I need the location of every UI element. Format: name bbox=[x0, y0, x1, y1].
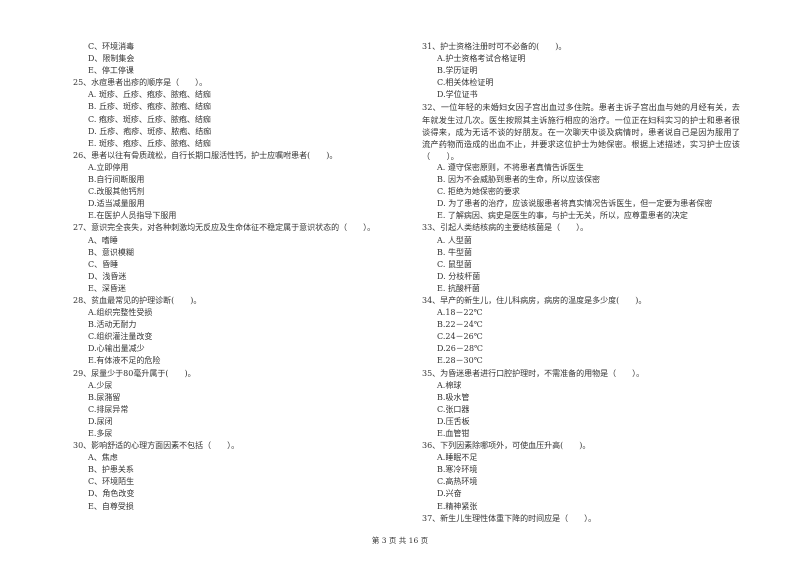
page-footer: 第 3 页 共 16 页 bbox=[371, 536, 429, 545]
answer-option: B. 因为不会威胁到患者的生命，所以应该保密 bbox=[437, 175, 600, 185]
answer-option: C.24－26℃ bbox=[437, 332, 483, 342]
answer-option: B.自行间断服用 bbox=[88, 175, 145, 185]
question-text: 36、下列因素除哪项外，可使血压升高( )。 bbox=[422, 441, 591, 451]
answer-option: D、角色改变 bbox=[88, 489, 135, 499]
right-column: 31、护士资格注册时可不必备的( )。 A.护士资格考试合格证明 B.学历证明 C.相… bbox=[422, 41, 740, 525]
answer-option: E、停工停课 bbox=[88, 66, 134, 76]
answer-option: B.吸水管 bbox=[437, 392, 470, 402]
answer-option: D. 分枝杆菌 bbox=[437, 271, 481, 281]
answer-option: D.学位证书 bbox=[437, 90, 478, 100]
answer-option: A. 斑疹、丘疹、疱疹、脓疱、结痂 bbox=[88, 90, 211, 100]
question-block: 36、下列因素除哪项外，可使血压升高( )。 A.睡眠不足 B.寒冷环境 C.高热环境… bbox=[422, 440, 740, 513]
answer-option: A.组织完整性受损 bbox=[88, 308, 153, 318]
left-column: C、环境消毒 D、限制集会 E、停工停课 25、水痘患者出疹的顺序是（ ）。 A. 斑疹… bbox=[73, 41, 393, 513]
question-text: 30、影响舒适的心理方面因素不包括（ ）。 bbox=[73, 441, 240, 451]
answer-option: A.少尿 bbox=[88, 380, 113, 390]
answer-option: B. 丘疹、斑疹、疱疹、脓疱、结痂 bbox=[88, 102, 211, 112]
question-block: 27、意识完全丧失，对各种刺激均无反应及生命体征不稳定属于意识状态的（ ）。 A、… bbox=[73, 222, 393, 295]
question-block: 33、引起人类结核病的主要结核菌是（ ）。 A. 人型菌 B. 牛型菌 C. 鼠型菌 D… bbox=[422, 222, 740, 295]
answer-option: C. 鼠型菌 bbox=[437, 259, 472, 269]
answer-option: D、限制集会 bbox=[88, 54, 135, 64]
answer-option: C.排尿异常 bbox=[88, 404, 129, 414]
question-block: 28、贫血最常见的护理诊断( )。 A.组织完整性受损 B.活动无耐力 C.组织灌注量… bbox=[73, 295, 393, 368]
answer-option: B、护患关系 bbox=[88, 465, 134, 475]
answer-option: D.心输出量减少 bbox=[88, 344, 145, 354]
question-block: 32、一位年轻的未婚妇女因子宫出血过多住院。患者主诉子宫出血与她的月经有关，去年… bbox=[422, 101, 740, 222]
answer-option: E. 抗酸杆菌 bbox=[437, 283, 480, 293]
answer-option: D.适当减量服用 bbox=[88, 199, 145, 209]
answer-option: C、昏睡 bbox=[88, 259, 119, 269]
question-block: 29、尿量少于80毫升属于( )。 A.少尿 B.尿潴留 C.排尿异常 D.尿闭 E.多尿 bbox=[73, 368, 393, 441]
answer-option: A.18－22℃ bbox=[437, 308, 483, 318]
answer-option: D. 为了患者的治疗，应该说服患者将真实情况告诉医生，但一定要为患者保密 bbox=[437, 199, 713, 209]
answer-option: A. 人型菌 bbox=[437, 235, 472, 245]
question-block: 34、早产的新生儿，住儿科病房，病房的温度是多少度( )。 A.18－22℃ B.2… bbox=[422, 295, 740, 368]
answer-option: B.活动无耐力 bbox=[88, 320, 137, 330]
answer-option: A.睡眠不足 bbox=[437, 453, 478, 463]
answer-option: B.寒冷环境 bbox=[437, 465, 478, 475]
answer-option: D. 丘疹、疱疹、斑疹、脓疱、结痂 bbox=[88, 126, 212, 136]
answer-option: E.有体液不足的危险 bbox=[88, 356, 161, 366]
answer-option: C. 疱疹、斑疹、丘疹、脓疱、结痂 bbox=[88, 114, 211, 124]
answer-option: B. 牛型菌 bbox=[437, 247, 472, 257]
answer-option: E、深昏迷 bbox=[88, 283, 126, 293]
answer-option: A.棉球 bbox=[437, 380, 462, 390]
answer-option: E.精神紧张 bbox=[437, 501, 478, 511]
answer-option: A、焦虑 bbox=[88, 453, 118, 463]
answer-option: C.改服其他钙剂 bbox=[88, 187, 145, 197]
answer-option: C、环境陌生 bbox=[88, 477, 135, 487]
question-block: 35、为昏迷患者进行口腔护理时，不需准备的用物是（ ）。 A.棉球 B.吸水管 C.张… bbox=[422, 368, 740, 441]
answer-option: C. 拒绝为她保密的要求 bbox=[437, 187, 520, 197]
answer-option: C.高热环境 bbox=[437, 477, 478, 487]
answer-option: D.26－28℃ bbox=[437, 344, 483, 354]
answer-option: E、自尊受损 bbox=[88, 501, 134, 511]
answer-option: B.22－24℃ bbox=[437, 320, 483, 330]
answer-option: E.在医护人员指导下服用 bbox=[88, 211, 177, 221]
answer-option: A.护士资格考试合格证明 bbox=[437, 54, 526, 64]
answer-option: C、环境消毒 bbox=[88, 42, 135, 51]
question-text: 28、贫血最常见的护理诊断( )。 bbox=[73, 295, 202, 305]
answer-option: E.28－30℃ bbox=[437, 356, 483, 366]
answer-option: A、嗜睡 bbox=[88, 235, 118, 245]
answer-option: B.学历证明 bbox=[437, 66, 478, 76]
answer-option: C.张口器 bbox=[437, 404, 470, 414]
answer-option: A.立即停用 bbox=[88, 162, 129, 172]
question-block: 25、水痘患者出疹的顺序是（ ）。 A. 斑疹、丘疹、疱疹、脓疱、结痂 B. 丘疹、… bbox=[73, 77, 393, 150]
answer-option: D.兴奋 bbox=[437, 489, 462, 499]
question-text: 37、新生儿生理性体重下降的时间应是（ ）。 bbox=[422, 513, 597, 523]
question-text: 26、患者以往有骨质疏松，自行长期口服活性钙，护士应嘱咐患者( )。 bbox=[73, 150, 338, 160]
answer-option: A. 遵守保密原则，不将患者真情告诉医生 bbox=[437, 162, 584, 172]
answer-option: E.多尿 bbox=[88, 429, 113, 438]
answer-option: E.血管钳 bbox=[437, 429, 470, 438]
question-block: 37、新生儿生理性体重下降的时间应是（ ）。 bbox=[422, 513, 740, 525]
question-block: 26、患者以往有骨质疏松，自行长期口服活性钙，护士应嘱咐患者( )。 A.立即停用… bbox=[73, 150, 393, 223]
question-block: 30、影响舒适的心理方面因素不包括（ ）。 A、焦虑 B、护患关系 C、环境陌生 D、角… bbox=[73, 440, 393, 513]
question-block: 31、护士资格注册时可不必备的( )。 A.护士资格考试合格证明 B.学历证明 C.相… bbox=[422, 41, 740, 101]
question-text: 25、水痘患者出疹的顺序是（ ）。 bbox=[73, 78, 208, 88]
answer-option: C.组织灌注量改变 bbox=[88, 332, 153, 342]
question-text: 34、早产的新生儿，住儿科病房，病房的温度是多少度( )。 bbox=[422, 295, 647, 305]
question-text: 33、引起人类结核病的主要结核菌是（ ）。 bbox=[422, 223, 589, 233]
question-block: C、环境消毒 D、限制集会 E、停工停课 bbox=[73, 41, 393, 77]
question-text: 32、一位年轻的未婚妇女因子宫出血过多住院。患者主诉子宫出血与她的月经有关，去年… bbox=[422, 102, 740, 161]
question-text: 35、为昏迷患者进行口腔护理时，不需准备的用物是（ ）。 bbox=[422, 368, 645, 378]
answer-option: E. 斑疹、疱疹、丘疹、脓疱、结痂 bbox=[88, 138, 211, 148]
question-text: 27、意识完全丧失，对各种刺激均无反应及生命体征不稳定属于意识状态的（ ）。 bbox=[73, 223, 376, 233]
question-text: 29、尿量少于80毫升属于( )。 bbox=[73, 368, 196, 378]
answer-option: B、意识模糊 bbox=[88, 247, 134, 257]
answer-option: E. 了解病因、病史是医生的事，与护士无关，所以，应尊重患者的决定 bbox=[437, 211, 688, 221]
answer-option: D.尿闭 bbox=[88, 416, 113, 426]
answer-option: D.压舌板 bbox=[437, 416, 470, 426]
answer-option: B.尿潴留 bbox=[88, 392, 121, 402]
answer-option: D、浅昏迷 bbox=[88, 271, 127, 281]
answer-option: C.相关体检证明 bbox=[437, 78, 494, 88]
question-text: 31、护士资格注册时可不必备的( )。 bbox=[422, 42, 567, 51]
